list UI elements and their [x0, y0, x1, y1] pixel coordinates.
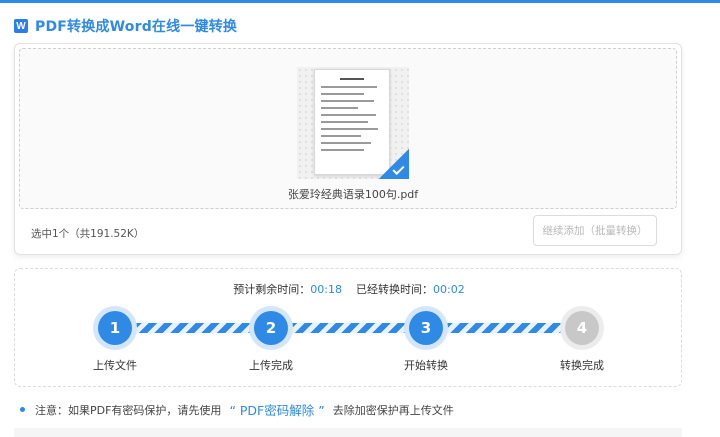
- remaining-time-value: 00:18: [310, 283, 342, 296]
- step-3-number: 3: [409, 311, 443, 345]
- pdf-unlock-link[interactable]: “ PDF密码解除 ”: [229, 400, 324, 419]
- step-1-label: 上传文件: [93, 359, 137, 372]
- upload-footer: 选中1个（共191.52K） 继续添加（批量转换）: [15, 214, 681, 254]
- time-info: 预计剩余时间：00:18 已经转换时间：00:02: [15, 281, 683, 297]
- bottom-panel-edge: [14, 428, 682, 437]
- progress-track: [115, 323, 583, 333]
- step-4: 4: [560, 306, 604, 350]
- notice-prefix: 注意：如果PDF有密码保护，请先使用: [35, 403, 222, 417]
- top-accent-bar: [0, 0, 720, 3]
- page-header: W PDF转换成Word在线一键转换: [14, 16, 237, 36]
- step-3: 3: [404, 306, 448, 350]
- step-2-label: 上传完成: [249, 359, 293, 372]
- remaining-time-label: 预计剩余时间：: [233, 283, 311, 296]
- step-2: 2: [249, 306, 293, 350]
- step-4-number: 4: [565, 311, 599, 345]
- step-3-label: 开始转换: [404, 359, 448, 372]
- selected-check-icon: [379, 149, 409, 179]
- step-4-label: 转换完成: [560, 359, 604, 372]
- selected-count: 选中1个（共191.52K）: [31, 228, 145, 240]
- elapsed-time-label: 已经转换时间：: [356, 283, 433, 296]
- file-drop-area[interactable]: 张爱玲经典语录100句.pdf: [19, 48, 677, 209]
- elapsed-time-value: 00:02: [433, 283, 465, 296]
- notice-row: 注意：如果PDF有密码保护，请先使用 “ PDF密码解除 ” 去除加密保护再上传…: [20, 400, 454, 419]
- step-2-number: 2: [254, 311, 288, 345]
- step-1-number: 1: [98, 311, 132, 345]
- file-thumbnail[interactable]: [297, 67, 409, 179]
- notice-suffix: 去除加密保护再上传文件: [332, 403, 454, 417]
- page-title: PDF转换成Word在线一键转换: [35, 19, 238, 35]
- bullet-icon: [20, 407, 25, 412]
- progress-card: 预计剩余时间：00:18 已经转换时间：00:02 1 上传文件 2 上传完成 3…: [14, 268, 682, 387]
- add-more-button[interactable]: 继续添加（批量转换）: [533, 215, 657, 246]
- file-name: 张爱玲经典语录100句.pdf: [287, 188, 419, 201]
- word-icon: W: [14, 19, 28, 33]
- step-1: 1: [93, 306, 137, 350]
- upload-card: 张爱玲经典语录100句.pdf 选中1个（共191.52K） 继续添加（批量转换…: [14, 43, 682, 255]
